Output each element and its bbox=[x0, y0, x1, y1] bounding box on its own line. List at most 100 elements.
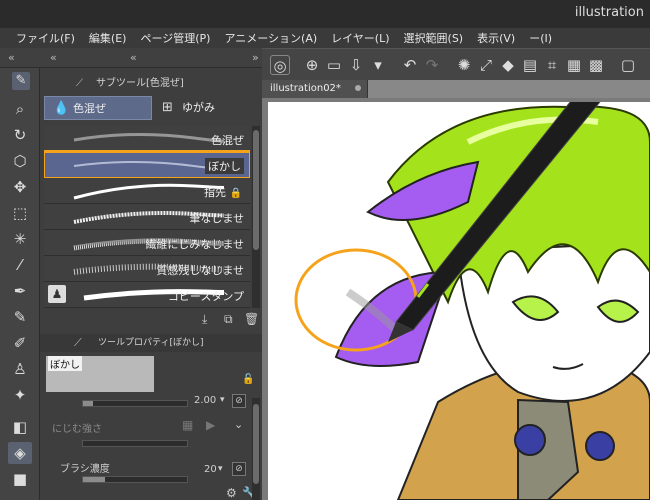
collapse-right-icon[interactable]: « bbox=[130, 51, 137, 64]
panel-header-strip: « « « » bbox=[0, 48, 262, 68]
brush-density-slider[interactable] bbox=[82, 476, 188, 483]
fill-icon[interactable]: ◆ bbox=[498, 55, 518, 75]
pressure-toggle-icon[interactable]: ⊘ bbox=[232, 394, 246, 408]
rotate-icon[interactable]: ↻ bbox=[8, 124, 32, 146]
app-logo-icon[interactable]: ◎ bbox=[270, 55, 290, 75]
panel-menu-icon[interactable]: ✎ bbox=[12, 72, 30, 90]
pressure-toggle-icon[interactable]: ⊘ bbox=[232, 462, 246, 476]
export-icon[interactable]: ▾ bbox=[368, 55, 388, 75]
brush-item-finger[interactable]: 指先 🔒 bbox=[44, 178, 250, 204]
brush-item-copy-stamp[interactable]: ♟ コピースタンプ bbox=[44, 282, 250, 308]
canvas-paper[interactable] bbox=[268, 81, 650, 500]
menu-bar: ファイル(F) 編集(E) ページ管理(P) アニメーション(A) レイヤー(L… bbox=[0, 28, 650, 48]
brush-name: 筆なじませ bbox=[189, 212, 244, 225]
subtool-panel-title: サブツール[色混ぜ] bbox=[96, 78, 184, 89]
decoration-icon[interactable]: ✦ bbox=[8, 384, 32, 406]
collapse-right-icon-2[interactable]: » bbox=[252, 51, 259, 64]
object-icon[interactable]: ⬡ bbox=[8, 150, 32, 172]
tool-palette: ⌕ ↻ ⬡ ✥ ⬚ ✳ ⁄ ✒ ✎ ✐ ♙ ✦ ◧ ◈ ■ bbox=[0, 68, 40, 500]
subtool-footer: ⤓ ⧉ 🗑 bbox=[40, 312, 262, 330]
open-folder-icon[interactable]: ▭ bbox=[324, 55, 344, 75]
scrollbar-thumb[interactable] bbox=[253, 404, 259, 484]
subtool-panel: ⟋ サブツール[色混ぜ] 💧 色混ぜ ⊞ ゆがみ 色混ぜ ぼかし 指先 🔒 筆な… bbox=[40, 68, 262, 500]
brush-item-texture-blend[interactable]: 質感残しなじませ bbox=[44, 256, 250, 282]
menu-file[interactable]: ファイル(F) bbox=[16, 30, 75, 46]
invert-icon[interactable]: ▦ bbox=[564, 55, 584, 75]
pen-icon[interactable]: ✒ bbox=[8, 280, 32, 302]
zoom-icon[interactable]: ⌕ bbox=[8, 98, 32, 120]
redo-icon[interactable]: ↷ bbox=[422, 55, 442, 75]
document-tab[interactable]: illustration02* bbox=[262, 80, 368, 98]
collapse-left-icon[interactable]: « bbox=[8, 51, 15, 64]
brush-name: 色混ぜ bbox=[211, 134, 244, 147]
menu-animation[interactable]: アニメーション(A) bbox=[224, 30, 317, 46]
brush-preview-box: ぼかし bbox=[46, 356, 154, 392]
brush-icon[interactable]: ✐ bbox=[8, 332, 32, 354]
group-tab-label: ゆがみ bbox=[182, 101, 215, 114]
save-icon[interactable]: ⇩ bbox=[346, 55, 366, 75]
move-icon[interactable]: ✥ bbox=[8, 176, 32, 198]
lock-icon[interactable]: 🔓 bbox=[242, 374, 254, 385]
overlay-mode-icon[interactable]: ▦ bbox=[182, 418, 193, 432]
brush-size-slider[interactable] bbox=[82, 400, 188, 407]
blur-strength-row: にじむ強さ ▦ ▶ ⌄ bbox=[46, 416, 246, 447]
transform-icon[interactable]: ⤢ bbox=[476, 55, 496, 75]
brush-item-blend[interactable]: 色混ぜ bbox=[44, 126, 250, 152]
brush-item-fiber-blend[interactable]: 繊維にじみなじませ bbox=[44, 230, 250, 256]
loading-icon[interactable]: ✺ bbox=[454, 55, 474, 75]
brush-list: 色混ぜ ぼかし 指先 🔒 筆なじませ 繊維にじみなじませ 質感残しなじませ ♟ … bbox=[44, 126, 250, 308]
marquee-icon[interactable]: ⬚ bbox=[8, 202, 32, 224]
play-icon[interactable]: ▶ bbox=[206, 418, 215, 432]
import-icon[interactable]: ⤓ bbox=[202, 312, 207, 327]
brush-stroke-preview bbox=[73, 161, 224, 171]
blur-strength-label: にじむ強さ bbox=[52, 424, 102, 435]
dropdown-chevron-icon[interactable]: ▾ bbox=[218, 464, 223, 474]
airbrush-icon[interactable]: ♙ bbox=[8, 358, 32, 380]
pencil-icon[interactable]: ✎ bbox=[8, 306, 32, 328]
undo-icon[interactable]: ↶ bbox=[400, 55, 420, 75]
square-icon[interactable]: ▢ bbox=[618, 55, 638, 75]
group-tab-label: 色混ぜ bbox=[73, 102, 106, 115]
blur-strength-slider[interactable] bbox=[82, 440, 188, 447]
brush-size-row: 2.00 ▾ ⊘ bbox=[46, 394, 246, 410]
blend-tool-icon[interactable]: ◈ bbox=[8, 442, 32, 464]
brush-name: ぼかし bbox=[205, 158, 244, 174]
brush-name: 繊維にじみなじませ bbox=[145, 238, 244, 251]
scrollbar-thumb[interactable] bbox=[253, 130, 259, 250]
command-toolbar: ◎ ⊕ ▭ ⇩ ▾ ↶ ↷ ✺ ⤢ ◆ ▤ ⌗ ▦ ▩ ▢ bbox=[262, 48, 650, 80]
eyedropper-icon[interactable]: ⁄ bbox=[8, 254, 32, 276]
close-tab-icon[interactable] bbox=[355, 85, 361, 91]
brush-density-label: ブラシ濃度 bbox=[60, 464, 110, 475]
chevron-down-icon[interactable]: ⌄ bbox=[234, 418, 243, 431]
grid-icon: ⊞ bbox=[162, 100, 173, 115]
brush-item-brush-blend[interactable]: 筆なじませ bbox=[44, 204, 250, 230]
menu-page[interactable]: ページ管理(P) bbox=[140, 30, 210, 46]
new-file-icon[interactable]: ⊕ bbox=[302, 55, 322, 75]
fill-bucket-icon[interactable]: ■ bbox=[8, 468, 32, 490]
tool-property-scrollbar[interactable] bbox=[252, 398, 260, 500]
brush-list-scrollbar[interactable] bbox=[252, 126, 260, 308]
brush-density-row: ブラシ濃度 20 ▾ ⊘ bbox=[46, 458, 246, 483]
eraser-icon[interactable]: ◧ bbox=[8, 416, 32, 438]
grid-icon[interactable]: ▩ bbox=[586, 55, 606, 75]
trash-icon[interactable]: 🗑 bbox=[244, 312, 259, 326]
menu-selection[interactable]: 選択範囲(S) bbox=[404, 30, 464, 46]
group-tab-liquify[interactable]: ⊞ ゆがみ bbox=[154, 96, 258, 120]
menu-filter[interactable]: ー(I) bbox=[529, 30, 552, 46]
menu-edit[interactable]: 編集(E) bbox=[89, 30, 127, 46]
duplicate-icon[interactable]: ⧉ bbox=[224, 312, 233, 327]
group-tab-blend[interactable]: 💧 色混ぜ bbox=[44, 96, 152, 120]
brush-item-blur[interactable]: ぼかし bbox=[44, 150, 250, 180]
clear-icon[interactable]: ▤ bbox=[520, 55, 540, 75]
menu-view[interactable]: 表示(V) bbox=[477, 30, 515, 46]
droplets-icon: 💧 bbox=[53, 101, 70, 116]
deselect-icon[interactable]: ⌗ bbox=[542, 55, 562, 75]
window-title: illustration bbox=[574, 5, 644, 20]
menu-layer[interactable]: レイヤー(L) bbox=[331, 30, 389, 46]
brush-tab-icon: ⟋ bbox=[76, 78, 83, 89]
brush-density-value: 20 bbox=[204, 464, 217, 475]
dropdown-chevron-icon[interactable]: ▾ bbox=[220, 395, 225, 405]
magic-wand-icon[interactable]: ✳ bbox=[8, 228, 32, 250]
settings-icon[interactable]: ⚙ bbox=[226, 486, 237, 500]
collapse-left-icon-2[interactable]: « bbox=[50, 51, 57, 64]
